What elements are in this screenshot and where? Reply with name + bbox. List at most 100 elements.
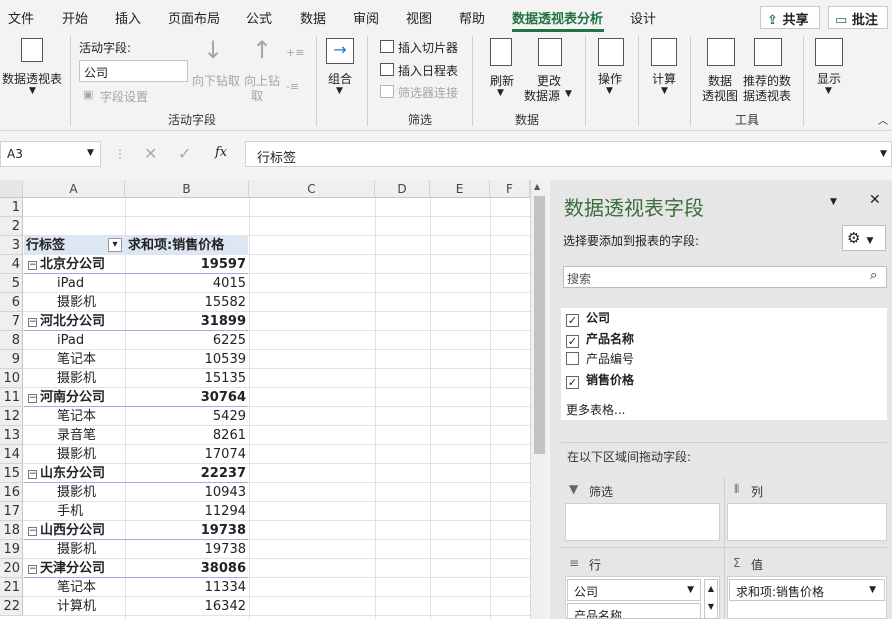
row-header[interactable]: 21 [0,578,23,597]
chevron-down-icon[interactable]: ▼ [87,148,94,158]
pivot-item-row[interactable]: 计算机 [24,597,125,616]
scroll-up-icon[interactable]: ▲ [534,182,540,191]
pivot-item-value[interactable]: 19738 [125,540,248,559]
chevron-down-icon[interactable]: ▼ [687,585,694,595]
pivot-group-row[interactable]: − 山西分公司 [24,521,125,540]
row-header[interactable]: 1 [0,198,23,217]
pivot-item-value[interactable]: 16342 [125,597,248,616]
column-header-B[interactable]: B [125,180,249,198]
pivot-item-value[interactable]: 11334 [125,578,248,597]
pane-options-chevron-icon[interactable]: ▼ [830,197,837,207]
pivot-values-header[interactable]: 求和项:销售价格 [125,236,248,255]
group-button[interactable]: 组合 [328,70,352,87]
pivot-item-value[interactable]: 11294 [125,502,248,521]
field-item[interactable]: ✓ 产品名称 [566,330,634,348]
pivot-group-total[interactable]: 30764 [125,388,248,407]
row-header[interactable]: 5 [0,274,23,293]
pivot-group-row[interactable]: − 河北分公司 [24,312,125,331]
insert-slicer-button[interactable]: 插入切片器 [398,39,458,56]
active-field-input[interactable]: 公司 [79,60,188,82]
close-icon[interactable]: ✕ [869,192,881,208]
pivot-group-total[interactable]: 38086 [125,559,248,578]
scrollbar-thumb[interactable] [534,196,545,454]
pivot-row-labels-header[interactable]: 行标签 ▾ [24,236,125,255]
cancel-icon[interactable]: ✕ [144,144,157,163]
row-header[interactable]: 7 [0,312,23,331]
filter-connections-button[interactable]: 筛选器连接 [398,84,458,101]
row-header[interactable]: 4 [0,255,23,274]
tools-button[interactable]: ⚙ ▼ [842,225,886,251]
scroll-down-icon[interactable]: ▼ [705,598,717,616]
pivot-item-row[interactable]: 摄影机 [24,293,125,312]
pivot-item-row[interactable]: iPad [24,274,125,293]
checkbox-unchecked-icon[interactable] [566,352,579,365]
column-header-F[interactable]: F [490,180,530,198]
collapse-icon[interactable]: − [28,470,37,479]
pivot-item-row[interactable]: 摄影机 [24,483,125,502]
tab-review[interactable]: 审阅 [353,8,379,27]
column-header-C[interactable]: C [249,180,375,198]
pivot-item-value[interactable]: 8261 [125,426,248,445]
pivot-item-row[interactable]: 摄影机 [24,540,125,559]
pivot-item-row[interactable]: 摄影机 [24,369,125,388]
columns-zone[interactable] [727,503,887,541]
row-header[interactable]: 15 [0,464,23,483]
row-header[interactable]: 16 [0,483,23,502]
filter-dropdown-icon[interactable]: ▾ [108,238,122,252]
tab-home[interactable]: 开始 [62,8,88,27]
name-box[interactable]: A3 [0,141,101,167]
insert-function-icon[interactable]: fx [215,145,227,160]
row-header[interactable]: 14 [0,445,23,464]
checkbox-checked-icon[interactable]: ✓ [566,376,579,389]
tab-insert[interactable]: 插入 [115,8,141,27]
pivot-item-value[interactable]: 15135 [125,369,248,388]
field-item[interactable]: ✓ 公司 [566,309,610,327]
pivot-item-value[interactable]: 6225 [125,331,248,350]
rows-field-pill[interactable]: 产品名称 [567,603,701,619]
tab-data[interactable]: 数据 [300,8,326,27]
filter-zone[interactable] [565,503,720,541]
refresh-button[interactable]: 刷新 [490,72,514,89]
pivot-group-row[interactable]: − 北京分公司 [24,255,125,274]
collapse-icon[interactable]: − [28,565,37,574]
pivot-item-value[interactable]: 5429 [125,407,248,426]
row-header[interactable]: 3 [0,236,23,255]
pivot-group-total[interactable]: 19597 [125,255,248,274]
row-header[interactable]: 17 [0,502,23,521]
column-header-D[interactable]: D [375,180,430,198]
scroll-up-icon[interactable]: ▲ [705,580,717,598]
collapse-icon[interactable]: − [28,527,37,536]
tab-file[interactable]: 文件 [8,8,34,27]
values-field-pill[interactable]: 求和项:销售价格 ▼ [729,579,885,601]
pivot-item-row[interactable]: 录音笔 [24,426,125,445]
collapse-icon[interactable]: − [28,261,37,270]
chevron-down-icon[interactable]: ▼ [880,149,887,159]
row-header[interactable]: 19 [0,540,23,559]
collapse-icon[interactable]: − [28,318,37,327]
collapse-ribbon-icon[interactable]: ︿ [878,112,888,127]
pivot-group-total[interactable]: 22237 [125,464,248,483]
tab-formulas[interactable]: 公式 [246,8,272,27]
select-all-corner[interactable] [0,180,23,198]
pivot-item-row[interactable]: 笔记本 [24,350,125,369]
field-item[interactable]: 产品编号 [566,350,634,367]
tab-view[interactable]: 视图 [406,8,432,27]
calculations-button[interactable]: 计算 [652,70,676,87]
pivot-item-row[interactable]: 摄影机 [24,445,125,464]
pivot-item-row[interactable]: 手机 [24,502,125,521]
pivot-item-value[interactable]: 10539 [125,350,248,369]
field-search-input[interactable]: 搜索 [563,266,887,288]
insert-timeline-button[interactable]: 插入日程表 [398,62,458,79]
pivot-group-row[interactable]: − 河南分公司 [24,388,125,407]
row-header[interactable]: 6 [0,293,23,312]
field-item[interactable]: ✓ 销售价格 [566,371,634,389]
pivot-item-value[interactable]: 10943 [125,483,248,502]
drill-down-button[interactable]: 向下钻取 [192,72,240,89]
checkbox-checked-icon[interactable]: ✓ [566,314,579,327]
pivot-item-value[interactable]: 15582 [125,293,248,312]
pivot-group-row[interactable]: − 天津分公司 [24,559,125,578]
checkbox-checked-icon[interactable]: ✓ [566,335,579,348]
comment-button[interactable]: ▭ 批注 [828,6,888,29]
field-settings-button[interactable]: 字段设置 [100,88,148,105]
tab-page-layout[interactable]: 页面布局 [168,8,220,27]
